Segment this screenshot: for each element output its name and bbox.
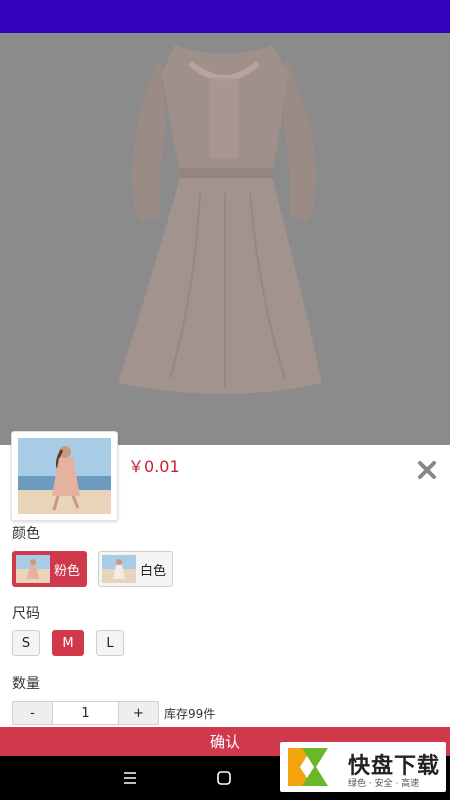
color-option-label: 粉色: [54, 563, 81, 579]
color-option-label: 白色: [140, 563, 167, 579]
size-section-label: 尺码: [12, 606, 40, 622]
size-option-s[interactable]: S: [12, 630, 40, 656]
color-swatch-image: [102, 555, 136, 583]
quantity-stepper: - +: [12, 701, 159, 725]
stock-text: 库存99件: [164, 707, 216, 721]
quantity-input[interactable]: [52, 702, 119, 724]
quantity-increase-button[interactable]: +: [119, 702, 158, 724]
sku-selector-sheet: ￥0.01 颜色 粉色 白色 尺码 S M L 数量 - + 库存99件: [0, 431, 450, 727]
color-option-white[interactable]: 白色: [98, 551, 174, 587]
watermark-logo: 快盘下载 绿色 · 安全 · 高速: [280, 742, 446, 792]
product-thumbnail-image: [18, 438, 111, 514]
status-bar: [0, 0, 450, 33]
watermark-logo-icon: [288, 748, 328, 786]
product-thumbnail: [11, 431, 118, 521]
quantity-decrease-button[interactable]: -: [13, 702, 52, 724]
color-swatch-image: [16, 555, 50, 583]
product-image-backdrop: [0, 33, 450, 445]
dress-image: [0, 33, 450, 445]
close-icon[interactable]: [414, 457, 440, 483]
product-price: ￥0.01: [128, 457, 180, 476]
watermark-tagline: 绿色 · 安全 · 高速: [348, 779, 420, 789]
size-option-l[interactable]: L: [96, 630, 124, 656]
size-option-m[interactable]: M: [52, 630, 84, 656]
color-section-label: 颜色: [12, 526, 40, 542]
menu-icon[interactable]: [120, 768, 140, 788]
quantity-section-label: 数量: [12, 676, 40, 692]
home-icon[interactable]: [214, 768, 234, 788]
color-option-pink[interactable]: 粉色: [12, 551, 88, 587]
